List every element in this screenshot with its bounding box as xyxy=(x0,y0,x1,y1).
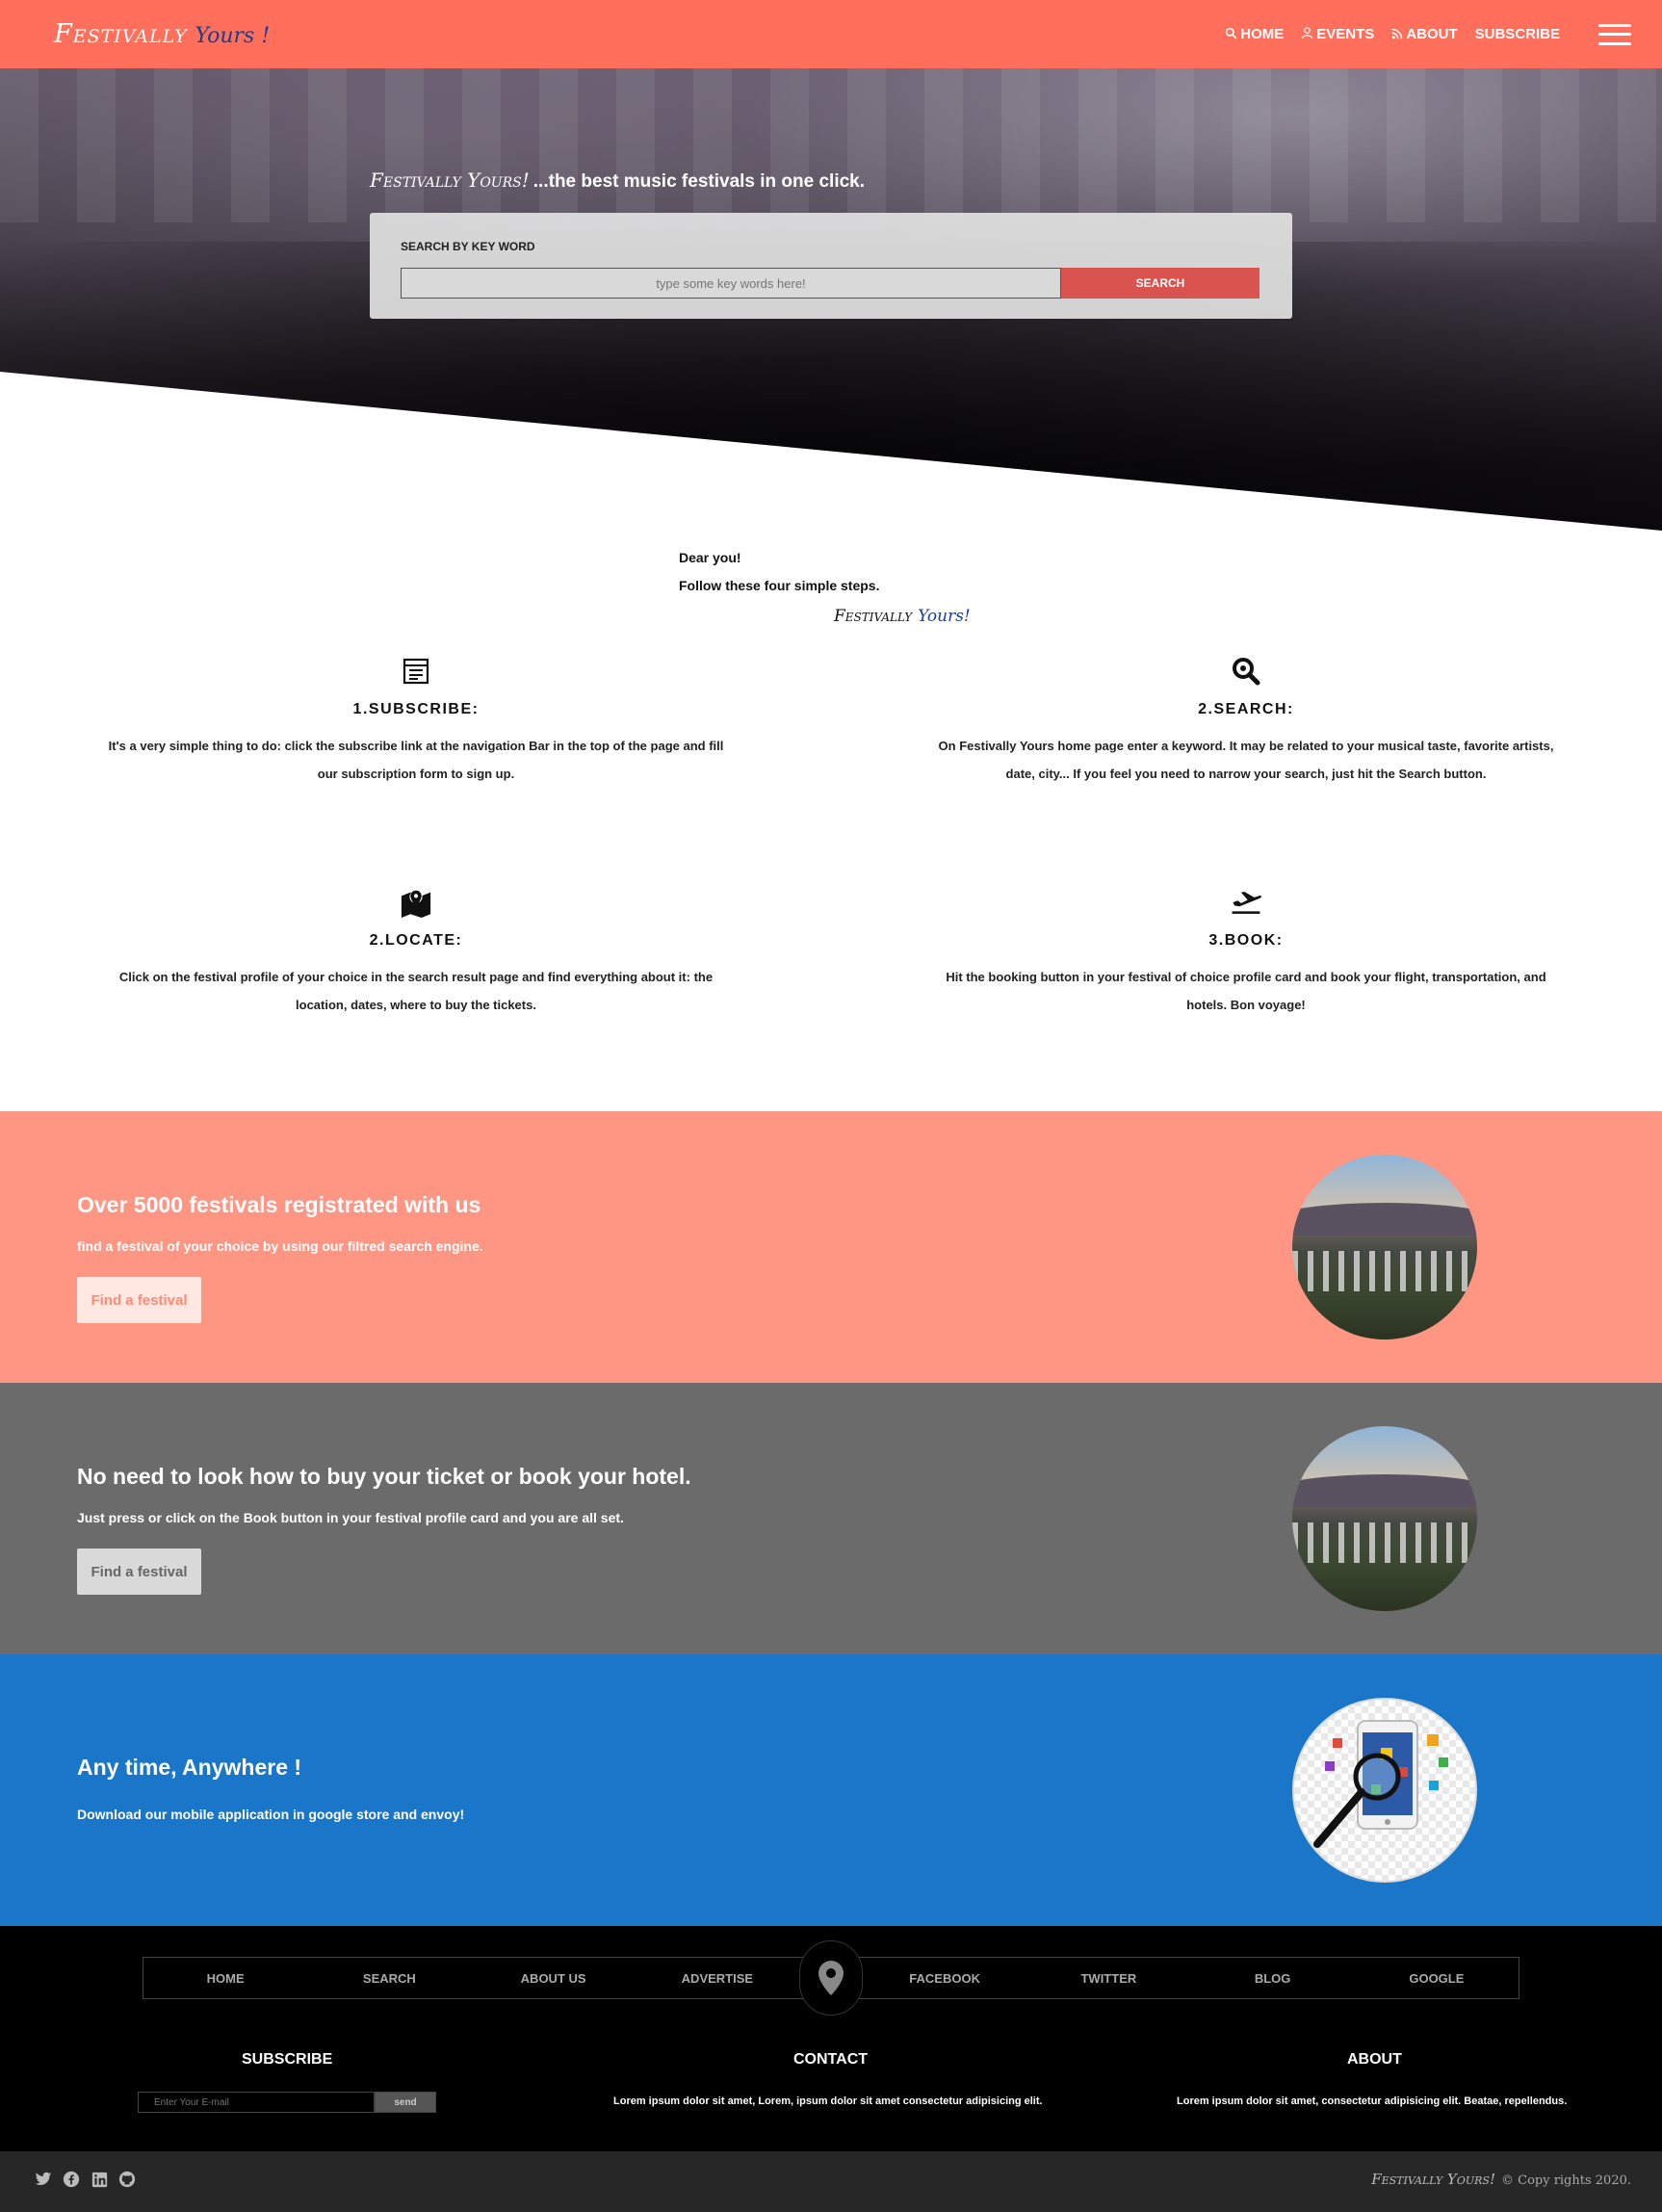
band-text: find a festival of your choice by using … xyxy=(77,1238,483,1254)
navbar: Festivally Yours ! HOME EVENTS ABOUT SUB… xyxy=(0,0,1662,68)
band-mobile-app: Any time, Anywhere ! Download our mobile… xyxy=(0,1654,1662,1926)
step-locate: 2.LOCATE: Click on the festival profile … xyxy=(108,886,724,1019)
location-pin-icon xyxy=(799,1940,863,2016)
step-text: It's a very simple thing to do: click th… xyxy=(108,739,724,781)
footer-contact-text: Lorem ipsum dolor sit amet, Lorem, ipsum… xyxy=(613,2095,1043,2107)
band-booking: No need to look how to buy your ticket o… xyxy=(0,1383,1662,1654)
footer-contact-title: CONTACT xyxy=(793,2051,869,2068)
search-button[interactable]: SEARCH xyxy=(1061,268,1259,299)
search-panel: SEARCH BY KEY WORD SEARCH xyxy=(370,213,1292,319)
brand-logo[interactable]: Festivally Yours ! xyxy=(54,19,270,49)
nav-home[interactable]: HOME xyxy=(1225,26,1284,42)
intro-brand: Festivally Yours! xyxy=(834,607,971,626)
send-button[interactable]: send xyxy=(375,2092,436,2113)
map-icon xyxy=(400,886,432,919)
hero: Festivally Yours! ...the best music fest… xyxy=(0,68,1662,531)
twitter-icon[interactable] xyxy=(35,2171,52,2188)
step-book: 3.BOOK: Hit the booking button in your f… xyxy=(938,886,1554,1019)
rss-icon xyxy=(1391,27,1403,42)
band-text: Download our mobile application in googl… xyxy=(77,1807,465,1822)
band-title: No need to look how to buy your ticket o… xyxy=(77,1464,691,1489)
intro: Dear you! Follow these four simple steps… xyxy=(679,544,1064,600)
footer-link-twitter[interactable]: TWITTER xyxy=(1026,1971,1190,1986)
copyright-brand: Festivally Yours! xyxy=(1371,2171,1495,2188)
linkedin-icon[interactable] xyxy=(91,2171,108,2188)
nav-events-label: EVENTS xyxy=(1316,26,1375,42)
plane-icon xyxy=(1230,886,1262,919)
user-icon xyxy=(1301,26,1313,42)
menu-toggle-icon[interactable] xyxy=(1598,23,1631,45)
band-text: Just press or click on the Book button i… xyxy=(77,1510,624,1525)
stage-lights xyxy=(0,68,1662,222)
footer-link-google[interactable]: GOOGLE xyxy=(1355,1971,1519,1986)
step-title: 3.BOOK: xyxy=(1208,932,1284,949)
nav-about-label: ABOUT xyxy=(1406,26,1458,42)
nav-events[interactable]: EVENTS xyxy=(1301,26,1374,42)
step-title: 2.LOCATE: xyxy=(369,932,463,949)
footer-link-search[interactable]: SEARCH xyxy=(307,1971,471,1986)
search-label: SEARCH BY KEY WORD xyxy=(401,240,535,253)
search-icon xyxy=(1230,655,1262,688)
band-festivals: Over 5000 festivals registrated with us … xyxy=(0,1111,1662,1383)
footer-link-facebook[interactable]: FACEBOOK xyxy=(863,1971,1026,1986)
nav-about[interactable]: ABOUT xyxy=(1391,26,1458,42)
footer-link-advertise[interactable]: ADVERTISE xyxy=(636,1971,799,1986)
footer-link-blog[interactable]: BLOG xyxy=(1191,1971,1355,1986)
github-icon[interactable] xyxy=(118,2171,136,2188)
email-field[interactable] xyxy=(138,2092,375,2113)
step-search: 2.SEARCH: On Festivally Yours home page … xyxy=(938,655,1554,788)
intro-brand-a: Festivally xyxy=(834,607,913,626)
footer-about-title: ABOUT xyxy=(1347,2051,1402,2068)
facebook-icon[interactable] xyxy=(63,2171,80,2188)
band-title: Any time, Anywhere ! xyxy=(77,1755,302,1780)
footer: HOME SEARCH ABOUT US ADVERTISE FACEBOOK … xyxy=(0,1926,1662,2151)
step-subscribe: 1.SUBSCRIBE: It's a very simple thing to… xyxy=(108,655,724,788)
intro-brand-b: Yours! xyxy=(918,607,971,626)
nav-subscribe[interactable]: SUBSCRIBE xyxy=(1475,26,1560,42)
step-text: Hit the booking button in your festival … xyxy=(946,970,1546,1012)
intro-line-2: Follow these four simple steps. xyxy=(679,578,880,593)
find-festival-button[interactable]: Find a festival xyxy=(77,1277,201,1323)
search-input[interactable] xyxy=(401,268,1061,299)
social-links xyxy=(35,2171,136,2188)
copyright: Festivally Yours! © Copy rights 2020. xyxy=(1371,2171,1631,2188)
step-text: On Festivally Yours home page enter a ke… xyxy=(938,739,1554,781)
brand-sub: Yours ! xyxy=(195,24,271,48)
step-title: 2.SEARCH: xyxy=(1198,701,1294,717)
footer-nav: HOME SEARCH ABOUT US ADVERTISE FACEBOOK … xyxy=(143,1940,1519,2016)
brand-main: Festivally xyxy=(54,19,188,49)
copyright-text: © Copy rights 2020. xyxy=(1500,2173,1631,2188)
step-text: Click on the festival profile of your ch… xyxy=(118,970,714,1012)
intro-line-1: Dear you! xyxy=(679,550,741,565)
footer-subscribe-title: SUBSCRIBE xyxy=(242,2051,333,2068)
footer-link-home[interactable]: HOME xyxy=(143,1971,307,1986)
nav-links: HOME EVENTS ABOUT SUBSCRIBE xyxy=(1225,23,1631,45)
footer-about-text: Lorem ipsum dolor sit amet, consectetur … xyxy=(1177,2095,1568,2107)
band-title: Over 5000 festivals registrated with us xyxy=(77,1192,481,1217)
festival-photo xyxy=(1292,1426,1477,1611)
bottom-bar: Festivally Yours! © Copy rights 2020. xyxy=(0,2151,1662,2212)
search-icon xyxy=(1225,27,1237,42)
mobile-app-image xyxy=(1292,1698,1477,1883)
hero-title: Festivally Yours! ...the best music fest… xyxy=(370,169,865,193)
hero-tagline: ...the best music festivals in one click… xyxy=(532,171,866,192)
footer-link-about-us[interactable]: ABOUT US xyxy=(472,1971,636,1986)
nav-subscribe-label: SUBSCRIBE xyxy=(1474,26,1560,42)
step-title: 1.SUBSCRIBE: xyxy=(352,701,480,717)
nav-home-label: HOME xyxy=(1240,26,1285,42)
festival-photo xyxy=(1292,1155,1477,1340)
hero-brand: Festivally Yours! xyxy=(370,169,530,192)
find-festival-button[interactable]: Find a festival xyxy=(77,1548,201,1595)
newsletter-icon xyxy=(400,655,432,688)
